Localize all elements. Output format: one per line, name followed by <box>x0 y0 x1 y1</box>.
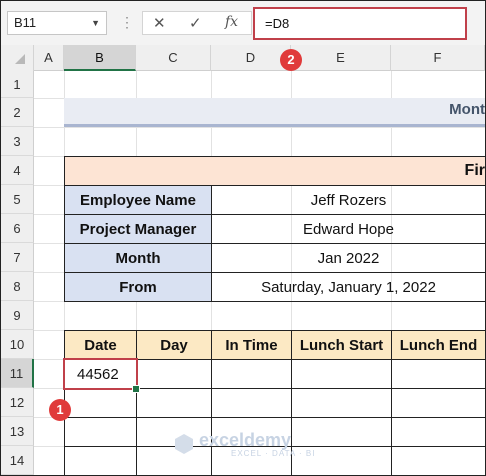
step-badge-2: 2 <box>280 49 302 71</box>
label-employee-name[interactable]: Employee Name <box>64 185 212 215</box>
row-header-2[interactable]: 2 <box>1 98 34 127</box>
table-cell[interactable] <box>211 359 292 389</box>
name-box-value: B11 <box>14 15 37 30</box>
column-header-d[interactable]: D <box>211 45 291 71</box>
sheet-banner: Mont <box>64 98 485 127</box>
spreadsheet-window: B11 ▼ ⋮ ✕ ✓ fx =D8 A B C D E F 1 2 3 4 5… <box>0 0 486 476</box>
table-cell[interactable] <box>136 359 212 389</box>
chevron-down-icon[interactable]: ▼ <box>91 12 100 34</box>
header-lunch-end[interactable]: Lunch End <box>391 330 485 360</box>
select-all-corner[interactable] <box>1 45 34 71</box>
row-header-3[interactable]: 3 <box>1 127 34 156</box>
column-header-f[interactable]: F <box>391 45 485 71</box>
table-cell[interactable] <box>211 388 292 418</box>
table-cell[interactable] <box>391 359 485 389</box>
header-lunch-start[interactable]: Lunch Start <box>291 330 392 360</box>
step-badge-1: 1 <box>49 399 71 421</box>
active-cell-b11[interactable]: 44562 <box>63 358 138 390</box>
fill-handle[interactable] <box>132 385 140 393</box>
banner-title: Mont <box>449 101 485 118</box>
table-cell[interactable] <box>391 388 485 418</box>
table-cell[interactable] <box>64 417 137 447</box>
column-header-e[interactable]: E <box>291 45 391 71</box>
table-cell[interactable] <box>136 388 212 418</box>
label-from[interactable]: From <box>64 272 212 302</box>
section-title-cell[interactable]: Fir <box>64 156 485 186</box>
row-header-12[interactable]: 12 <box>1 388 34 417</box>
formula-buttons: ✕ ✓ fx <box>142 11 252 35</box>
row-header-1[interactable]: 1 <box>1 71 34 98</box>
value-month[interactable]: Jan 2022 <box>211 243 485 273</box>
formula-input[interactable]: =D8 <box>253 7 467 40</box>
table-cell[interactable] <box>391 446 485 475</box>
table-cell[interactable] <box>291 359 392 389</box>
header-day[interactable]: Day <box>136 330 212 360</box>
header-in-time[interactable]: In Time <box>211 330 292 360</box>
column-header-bar: A B C D E F <box>1 45 485 71</box>
row-header-10[interactable]: 10 <box>1 330 34 359</box>
value-project-manager[interactable]: Edward Hope <box>211 214 485 244</box>
table-cell[interactable] <box>291 388 392 418</box>
cancel-icon[interactable]: ✕ <box>153 14 166 32</box>
label-project-manager[interactable]: Project Manager <box>64 214 212 244</box>
table-cell[interactable] <box>391 417 485 447</box>
formula-bar-area: B11 ▼ ⋮ ✕ ✓ fx =D8 <box>1 1 485 45</box>
row-header-7[interactable]: 7 <box>1 243 34 272</box>
name-box[interactable]: B11 ▼ <box>7 11 107 35</box>
table-cell[interactable] <box>64 388 137 418</box>
active-cell-value: 44562 <box>77 365 119 383</box>
watermark: exceldemy EXCEL · DATA · BI <box>199 430 315 458</box>
value-from[interactable]: Saturday, January 1, 2022 <box>211 272 485 302</box>
section-title: Fir <box>464 162 485 179</box>
watermark-name: exceldemy <box>199 430 292 450</box>
row-header-8[interactable]: 8 <box>1 272 34 301</box>
row-header-14[interactable]: 14 <box>1 446 34 475</box>
label-month[interactable]: Month <box>64 243 212 273</box>
column-header-b[interactable]: B <box>64 45 136 71</box>
watermark-tagline: EXCEL · DATA · BI <box>231 449 316 458</box>
row-header-13[interactable]: 13 <box>1 417 34 446</box>
value-employee-name[interactable]: Jeff Rozers <box>211 185 485 215</box>
column-header-a[interactable]: A <box>34 45 64 71</box>
row-header-4[interactable]: 4 <box>1 156 34 185</box>
more-options-icon[interactable]: ⋮ <box>120 14 134 31</box>
row-header-9[interactable]: 9 <box>1 301 34 330</box>
column-header-c[interactable]: C <box>136 45 211 71</box>
table-cell[interactable] <box>64 446 137 475</box>
check-icon[interactable]: ✓ <box>189 14 202 32</box>
exceldemy-logo-icon <box>175 434 193 454</box>
insert-function-icon[interactable]: fx <box>225 14 238 30</box>
row-header-11[interactable]: 11 <box>1 359 34 388</box>
row-header-6[interactable]: 6 <box>1 214 34 243</box>
header-date[interactable]: Date <box>64 330 137 360</box>
row-header-5[interactable]: 5 <box>1 185 34 214</box>
